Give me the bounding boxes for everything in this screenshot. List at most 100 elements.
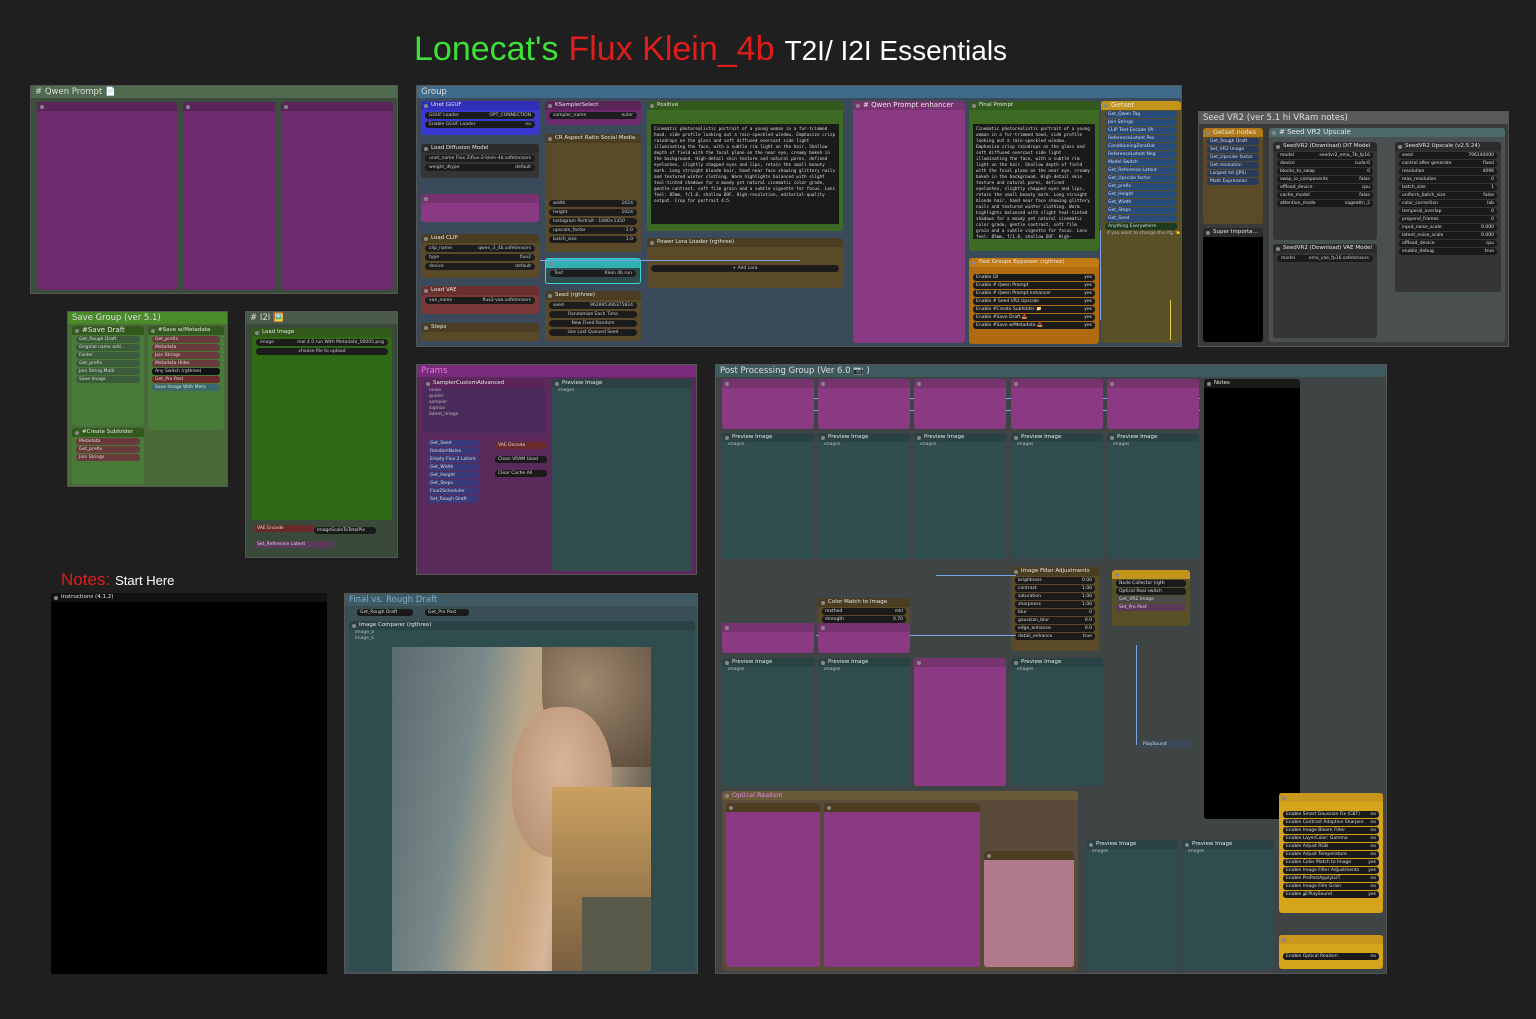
post-preview-node[interactable]: Preview Image images: [818, 658, 910, 786]
group-final-vs-rough[interactable]: Final vs. Rough Draft Get_Rough Draft Ge…: [344, 593, 698, 974]
gguf-node[interactable]: Unet GGUF GGUF Loader OPT_CONNECTION Enab…: [421, 101, 539, 135]
getset-item[interactable]: Get_Qwen Tag: [1105, 111, 1177, 118]
group-qwen-prompt[interactable]: # Qwen Prompt 📄: [30, 85, 398, 294]
ksampler-select-node[interactable]: KSamplerSelect sampler_name euler: [545, 101, 641, 125]
seedvr2-dit-node[interactable]: SeedVR2 (Download) DiT Model model seedvr…: [1273, 142, 1377, 240]
bypass-toggle[interactable]: Enable #Save Draft 📥 yes: [973, 314, 1095, 321]
load-vae-node[interactable]: Load VAE vae_name flux2-vae.safetensors: [421, 286, 539, 314]
post-preview-b[interactable]: Preview Image images: [1182, 840, 1274, 970]
super-import-node[interactable]: Super Importa...: [1203, 228, 1263, 342]
filter-widget[interactable]: saturation 1.00: [1015, 593, 1095, 600]
post-bypass-toggle[interactable]: Enable 🔊PlaySound yes: [1283, 891, 1379, 898]
group-seedvr2[interactable]: Seed VR2 (ver 5.1 hi VRam notes) Getset …: [1198, 111, 1509, 347]
save-draft-item[interactable]: Save Image: [76, 376, 140, 383]
getset-item[interactable]: Get_Upscale factor: [1105, 175, 1177, 182]
qwen-enhancer-node[interactable]: # Qwen Prompt enhancer: [853, 101, 965, 343]
post-bypass-toggle[interactable]: Enable Color Match to Image yes: [1283, 859, 1379, 866]
getset-item[interactable]: Get_Height: [1105, 191, 1177, 198]
post-process-node[interactable]: [914, 379, 1006, 429]
filter-widget[interactable]: blur 0: [1015, 609, 1095, 616]
get-rough-draft-node[interactable]: Get_Rough Draft: [357, 609, 413, 616]
save-meta-item[interactable]: Metadata Hider: [152, 360, 220, 367]
dit-widget[interactable]: attention_mode sageattn_2: [1277, 200, 1373, 207]
optical-realism-group[interactable]: Optical Realism: [722, 791, 1078, 971]
filter-widget[interactable]: brightness 0.00: [1015, 577, 1095, 584]
upscale-widget[interactable]: input_noise_scale 0.000: [1399, 224, 1497, 231]
seedvr2-upscaler-node[interactable]: SeedVR2 Upscale (v2.5.24) seed 796140000 c…: [1395, 142, 1501, 292]
group-main[interactable]: Group Unet GGUF GGUF Loader OPT_CONNECTIO…: [416, 85, 1182, 347]
post-preview-node[interactable]: Preview Image images: [914, 433, 1006, 559]
getset-item[interactable]: Join Strings: [1105, 119, 1177, 126]
post-process-node[interactable]: [1107, 379, 1199, 429]
prams-item[interactable]: Get_Height: [427, 472, 479, 479]
positive-node[interactable]: Positive Cinematic photorealistic portra…: [647, 101, 843, 231]
getset-item[interactable]: ReferenceLatent Neg: [1105, 151, 1177, 158]
prams-item[interactable]: Get_Steps: [427, 480, 479, 487]
playsound-node[interactable]: PlaySound: [1140, 741, 1190, 748]
clean-vram-node[interactable]: Clean VRAM Used: [495, 456, 547, 463]
post-bypass-toggle[interactable]: Enable Adjust RGB no: [1283, 843, 1379, 850]
save-draft-item[interactable]: Get_prefix: [76, 360, 140, 367]
seed-node[interactable]: Seed (rgthree) seed 962895366375824 Rando…: [545, 291, 641, 341]
upscale-widget[interactable]: temporal_overlap 0: [1399, 208, 1497, 215]
subfolder-item[interactable]: Metadata: [76, 438, 140, 445]
vae-encode-node[interactable]: VAE Encode: [254, 525, 314, 532]
prams-item[interactable]: Flux2Scheduler: [427, 488, 479, 495]
prams-item[interactable]: Get_Seed: [427, 440, 479, 447]
filter-widget[interactable]: gaussian_blur 0.0: [1015, 617, 1095, 624]
post-process-node[interactable]: [818, 379, 910, 429]
dit-widget[interactable]: model seedvr2_ema_7b_fp16: [1277, 152, 1373, 159]
load-diffusion-node[interactable]: Load Diffusion Model unet_name Flux 2\flu…: [421, 144, 539, 178]
getset-node-item[interactable]: Get_Upscale factor: [1207, 154, 1259, 161]
upscale-widget[interactable]: prepend_frames 0: [1399, 216, 1497, 223]
group-prams[interactable]: Prams SamplerCustomAdvanced noise guider s…: [416, 364, 697, 575]
group-save[interactable]: Save Group (ver 5.1) #Save Draft Get_Rou…: [67, 311, 228, 487]
upscale-widget[interactable]: seed 796140000: [1399, 152, 1497, 159]
color-widget[interactable]: strength 0.70: [822, 616, 906, 623]
placeholder-node[interactable]: [421, 194, 539, 222]
getset-item[interactable]: Get_Steps: [1105, 207, 1177, 214]
post-preview-node[interactable]: Preview Image images: [1107, 433, 1199, 559]
post-bypass-toggle[interactable]: Enable Image Film Grain no: [1283, 883, 1379, 890]
optical-bypass-node[interactable]: Enable Optical Realism no: [1279, 935, 1383, 969]
image-scale-node[interactable]: ImageScaleToTotalPix: [314, 527, 376, 534]
group-post-processing[interactable]: Post Processing Group (Ver 6.0 📷 ) Notes…: [715, 364, 1387, 974]
upscale-widget[interactable]: color_correction lab: [1399, 200, 1497, 207]
save-draft-item[interactable]: Get_Rough Draft: [76, 336, 140, 343]
save-meta-item[interactable]: Join Strings: [152, 352, 220, 359]
load-image-node[interactable]: Load Image image real 4.0 run With Metada…: [252, 328, 392, 520]
group-i2i[interactable]: # I2I 🖼️ Load Image image real 4.0 run Wi…: [245, 311, 398, 558]
anything-everywhere[interactable]: Anything Everywhere: [1105, 223, 1177, 230]
color-widget[interactable]: method mkl: [822, 608, 906, 615]
seedvr2-upscale-group[interactable]: # Seed VR2 Upscale SeedVR2 (Download) Di…: [1269, 128, 1505, 342]
post-bypass-toggle[interactable]: Enable Contrast Adaptive Sharpen no: [1283, 819, 1379, 826]
upscale-widget[interactable]: resolution 4096: [1399, 168, 1497, 175]
save-draft-item[interactable]: Folder: [76, 352, 140, 359]
get-pro-post-node[interactable]: Get_Pro Post: [425, 609, 469, 616]
post-process-node[interactable]: [722, 623, 814, 653]
dit-widget[interactable]: device cuda:0: [1277, 160, 1373, 167]
filter-widget[interactable]: edge_enhance 0.0: [1015, 625, 1095, 632]
post-bypass-toggle[interactable]: Enable ProPostApplyLUT no: [1283, 875, 1379, 882]
prams-item[interactable]: Get_Width: [427, 464, 479, 471]
upscale-widget[interactable]: batch_size 1: [1399, 184, 1497, 191]
subfolder-item[interactable]: Get_prefix: [76, 446, 140, 453]
clear-cache-node[interactable]: Clear Cache All: [495, 470, 547, 477]
sampler-custom-node[interactable]: SamplerCustomAdvanced noise guider sampler…: [423, 379, 545, 433]
getset-node-item[interactable]: Get_Rough Draft: [1207, 138, 1259, 145]
getset-nodes-group[interactable]: Getset nodes Get_Rough Draft Set_VR2 Imag…: [1203, 128, 1263, 224]
upscale-widget[interactable]: max_resolution 0: [1399, 176, 1497, 183]
positive-prompt-text[interactable]: Cinematic photorealistic portrait of a y…: [651, 124, 839, 224]
post-process-node[interactable]: [1011, 379, 1103, 429]
upscale-widget[interactable]: uniform_batch_size false: [1399, 192, 1497, 199]
notes-node[interactable]: Notes: [1204, 379, 1300, 819]
filter-widget[interactable]: detail_enhance true: [1015, 633, 1095, 640]
qwen-node-2[interactable]: [183, 102, 275, 290]
power-lora-node[interactable]: Power Lora Loader (rgthree) + Add Lora: [647, 238, 843, 288]
save-meta-item[interactable]: Get_prefix: [152, 336, 220, 343]
filter-adjustments-node[interactable]: Image Filter Adjustments brightness 0.00 c…: [1011, 567, 1099, 651]
prams-item[interactable]: Set_Rough Draft: [427, 496, 479, 503]
post-bypass-toggle[interactable]: Enable LayerColor: Gamma no: [1283, 835, 1379, 842]
upscale-widget[interactable]: latent_noise_scale 0.000: [1399, 232, 1497, 239]
bypass-toggle[interactable]: Enable #Save w/Metadata 📥 yes: [973, 322, 1095, 329]
